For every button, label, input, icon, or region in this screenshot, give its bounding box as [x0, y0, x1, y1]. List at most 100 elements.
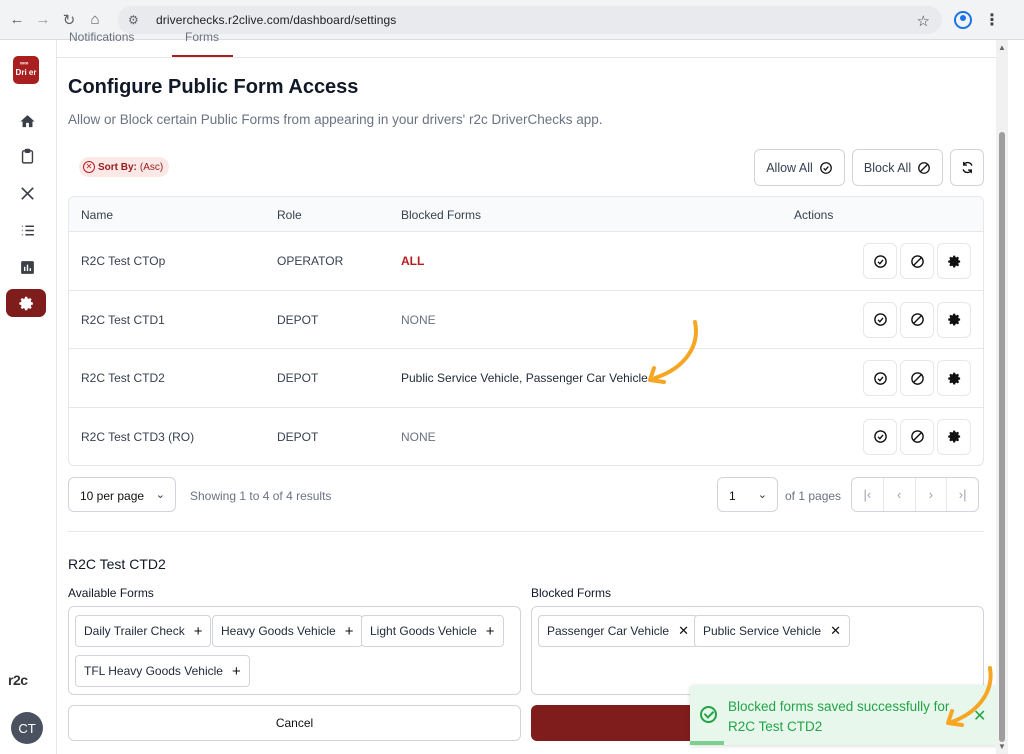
page-count: of 1 pages: [785, 489, 842, 503]
block-row-button[interactable]: [900, 301, 934, 338]
forward-icon[interactable]: →: [32, 9, 54, 31]
page-title: Configure Public Form Access: [68, 76, 359, 98]
toast-message: Blocked forms saved successfully for R2C…: [728, 699, 950, 734]
reload-icon[interactable]: ↻: [58, 9, 80, 31]
col-role: Role: [277, 208, 302, 222]
avatar[interactable]: CT: [11, 712, 43, 744]
table-row[interactable]: R2C Test CTD2 DEPOT Public Service Vehic…: [69, 349, 983, 408]
block-icon: [918, 161, 931, 174]
plus-icon[interactable]: +: [345, 623, 354, 640]
block-all-button[interactable]: Block All: [852, 149, 943, 186]
row-blocked: NONE: [401, 312, 436, 327]
col-name: Name: [81, 208, 114, 222]
gear-icon: [947, 372, 960, 384]
prev-page-icon[interactable]: ‹: [884, 478, 916, 511]
cancel-button[interactable]: Cancel: [68, 705, 521, 741]
available-form-chip[interactable]: Heavy Goods Vehicle +: [212, 615, 363, 647]
allow-all-button[interactable]: Allow All: [754, 149, 845, 186]
tab-forms[interactable]: Forms: [185, 30, 219, 44]
allow-row-button[interactable]: [863, 360, 897, 396]
settings-tabs: Notifications Forms: [57, 30, 996, 58]
check-circle-icon: [873, 254, 887, 268]
refresh-icon: [961, 161, 973, 174]
gear-icon: [947, 313, 960, 326]
clear-sort-icon[interactable]: ✕: [83, 161, 95, 173]
home-icon[interactable]: [14, 108, 40, 134]
logo-text: Dri er: [15, 68, 37, 77]
next-page-icon[interactable]: ›: [916, 478, 948, 511]
browser-menu-icon[interactable]: ⋮: [984, 10, 1000, 30]
tools-icon[interactable]: [14, 180, 40, 206]
configure-row-button[interactable]: [937, 418, 971, 455]
clipboard-icon[interactable]: [14, 143, 40, 169]
row-role: DEPOT: [277, 371, 319, 385]
settings-icon[interactable]: [6, 289, 46, 317]
blocked-form-chip[interactable]: Public Service Vehicle ✕: [694, 615, 850, 647]
per-page-select[interactable]: 10 per page ⌄: [68, 477, 176, 512]
r2c-brand-mark: r2c: [8, 672, 28, 688]
home-browser-icon[interactable]: ⌂: [84, 9, 106, 31]
refresh-button[interactable]: [950, 149, 984, 186]
block-all-label: Block All: [863, 160, 912, 175]
profile-icon[interactable]: [954, 11, 972, 29]
success-toast: Blocked forms saved successfully for R2C…: [690, 685, 1000, 745]
back-icon[interactable]: ←: [6, 9, 28, 31]
site-info-icon[interactable]: ⚙: [128, 13, 144, 27]
row-name: R2C Test CTD1: [81, 312, 165, 327]
table-row[interactable]: R2C Test CTOp OPERATOR ALL: [69, 232, 983, 291]
block-icon: [910, 254, 924, 268]
block-row-button[interactable]: [900, 243, 934, 279]
sort-label: Sort By:: [98, 161, 137, 173]
row-blocked: Public Service Vehicle, Passenger Car Ve…: [401, 371, 648, 385]
page-scrollbar[interactable]: ▲ ▼: [996, 40, 1008, 754]
allow-all-label: Allow All: [766, 160, 813, 175]
selected-driver-name: R2C Test CTD2: [68, 556, 166, 572]
page-select[interactable]: 1 ⌄: [717, 477, 778, 512]
available-form-chip[interactable]: Light Goods Vehicle +: [361, 615, 504, 647]
remove-icon[interactable]: ✕: [830, 623, 841, 639]
active-tab-indicator: [172, 55, 233, 57]
chart-icon[interactable]: [14, 254, 40, 280]
url-text[interactable]: driverchecks.r2clive.com/dashboard/setti…: [156, 13, 396, 27]
check-circle-icon: [873, 430, 887, 443]
gear-icon: [947, 430, 960, 443]
bookmark-star-icon[interactable]: ☆: [917, 12, 930, 30]
results-summary: Showing 1 to 4 of 4 results: [190, 489, 332, 503]
close-icon[interactable]: ✕: [973, 706, 986, 726]
configure-row-button[interactable]: [937, 360, 971, 396]
configure-row-button[interactable]: [937, 301, 971, 338]
plus-icon[interactable]: +: [232, 663, 241, 680]
plus-icon[interactable]: +: [486, 623, 495, 640]
available-forms-box: Daily Trailer Check + Heavy Goods Vehicle…: [68, 606, 521, 695]
first-page-icon[interactable]: |‹: [852, 478, 884, 511]
chip-label: Public Service Vehicle: [703, 624, 822, 638]
table-header: Name Role Blocked Forms Actions: [69, 197, 983, 232]
scroll-up-icon[interactable]: ▲: [998, 43, 1006, 52]
check-circle-icon: [873, 313, 887, 326]
chevron-down-icon: ⌄: [155, 489, 165, 501]
block-row-button[interactable]: [900, 418, 934, 455]
app-logo[interactable]: ∞∞ Dri er: [13, 56, 39, 84]
available-form-chip[interactable]: TFL Heavy Goods Vehicle +: [75, 655, 250, 687]
block-row-button[interactable]: [900, 360, 934, 396]
scroll-thumb[interactable]: [999, 132, 1005, 742]
sort-chip[interactable]: ✕ Sort By: (Asc): [79, 157, 170, 177]
plus-icon[interactable]: +: [194, 623, 203, 640]
tab-notifications[interactable]: Notifications: [69, 30, 134, 44]
chip-label: Daily Trailer Check: [84, 624, 185, 638]
last-page-icon[interactable]: ›|: [947, 478, 978, 511]
table-row[interactable]: R2C Test CTD1 DEPOT NONE: [69, 291, 983, 349]
blocked-form-chip[interactable]: Passenger Car Vehicle ✕: [538, 615, 698, 647]
chip-label: Heavy Goods Vehicle: [221, 624, 336, 638]
allow-row-button[interactable]: [863, 243, 897, 279]
row-role: DEPOT: [277, 429, 319, 444]
scroll-down-icon[interactable]: ▼: [998, 742, 1006, 751]
configure-row-button[interactable]: [937, 243, 971, 279]
allow-row-button[interactable]: [863, 301, 897, 338]
list-icon[interactable]: [14, 217, 40, 243]
table-row[interactable]: R2C Test CTD3 (RO) DEPOT NONE: [69, 408, 983, 466]
allow-row-button[interactable]: [863, 418, 897, 455]
available-form-chip[interactable]: Daily Trailer Check +: [75, 615, 212, 647]
remove-icon[interactable]: ✕: [678, 623, 689, 639]
address-bar[interactable]: ⚙ driverchecks.r2clive.com/dashboard/set…: [118, 6, 942, 34]
